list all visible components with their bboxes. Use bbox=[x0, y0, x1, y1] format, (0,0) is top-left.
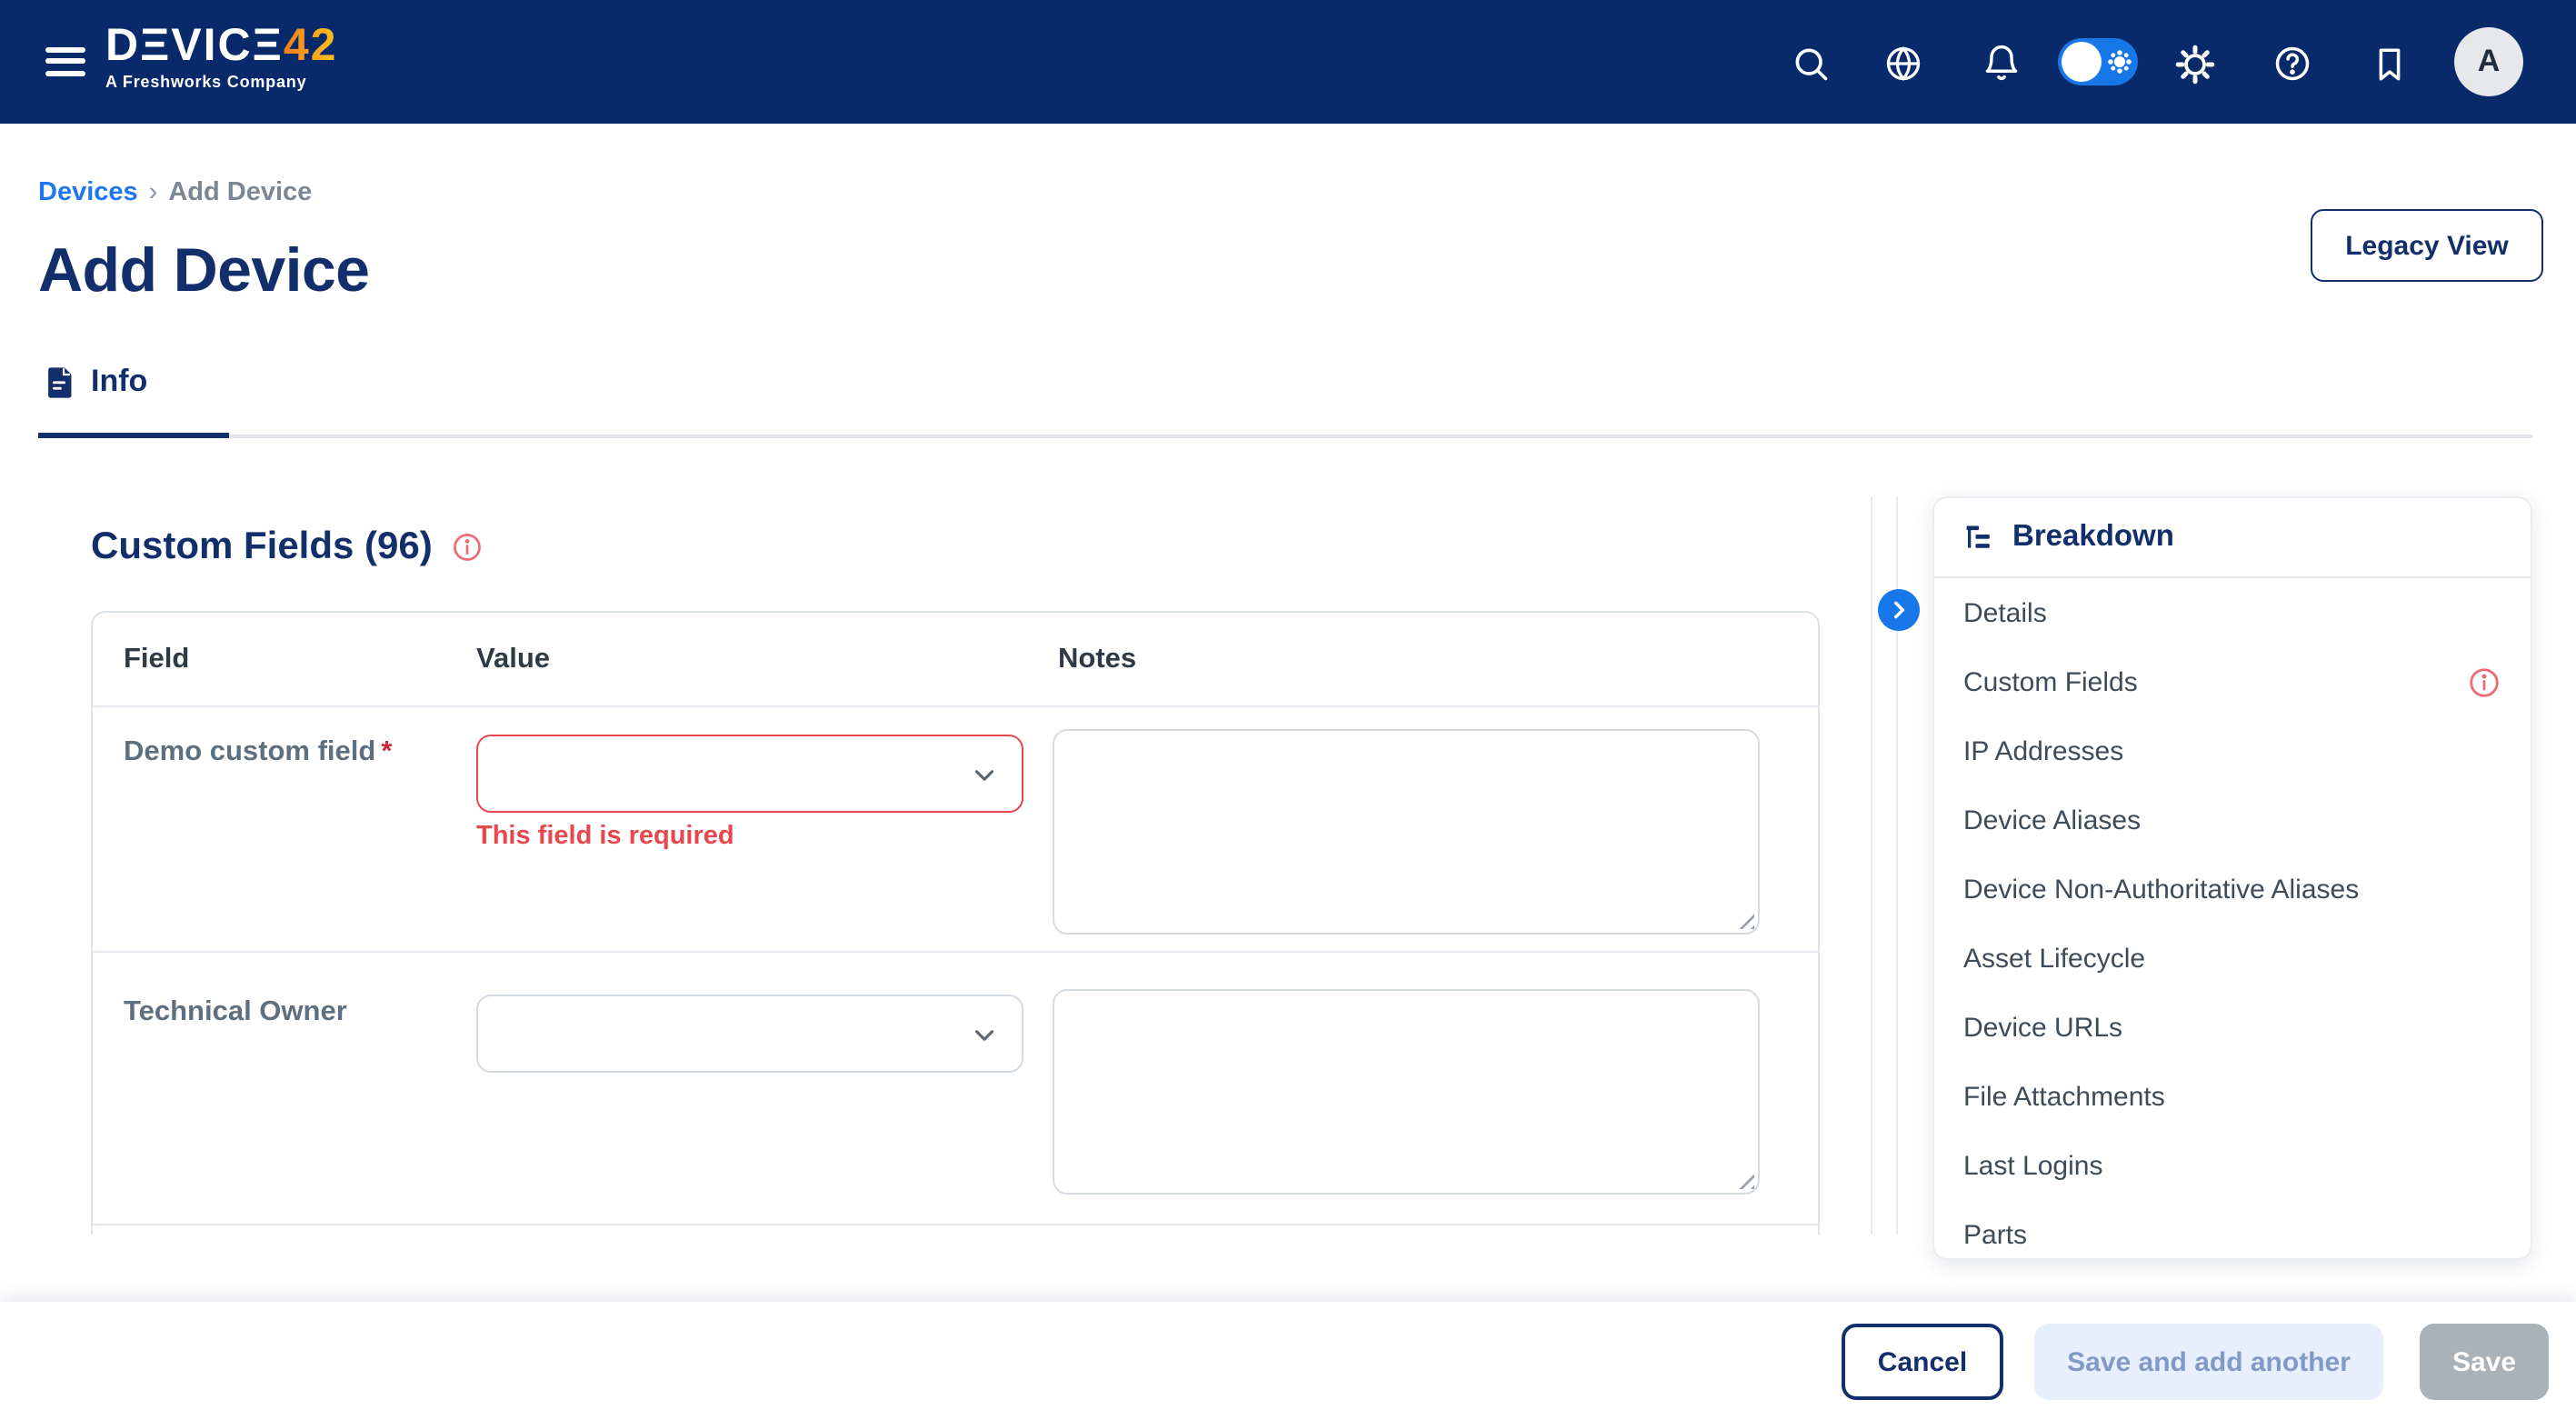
demo-custom-field-notes[interactable] bbox=[1053, 729, 1760, 935]
field-label: Technical Owner bbox=[124, 996, 347, 1029]
breakdown-item-device-non-authoritative-aliases[interactable]: Device Non-Authoritative Aliases bbox=[1934, 855, 2531, 924]
tree-list-icon bbox=[1963, 521, 1996, 554]
section-title: Custom Fields (96) bbox=[91, 525, 433, 569]
save-and-add-another-button[interactable]: Save and add another bbox=[2034, 1324, 2383, 1400]
page-title: Add Device bbox=[38, 236, 369, 307]
field-error-message: This field is required bbox=[476, 822, 734, 851]
info-icon[interactable] bbox=[451, 531, 484, 564]
save-button[interactable]: Save bbox=[2420, 1324, 2549, 1400]
breakdown-panel: Breakdown Details Custom Fields IP Addre… bbox=[1932, 496, 2532, 1260]
breadcrumb-separator: › bbox=[149, 178, 158, 207]
chevron-right-icon bbox=[1887, 598, 1911, 622]
search-icon[interactable] bbox=[1789, 42, 1832, 85]
content-divider-line bbox=[1871, 496, 1872, 1235]
bell-icon[interactable] bbox=[1980, 42, 2023, 85]
notes-field-wrap bbox=[1053, 729, 1760, 935]
custom-fields-card: Field Value Notes Demo custom field* Thi… bbox=[91, 611, 1820, 1235]
breadcrumb: Devices › Add Device bbox=[38, 178, 312, 207]
avatar-initial: A bbox=[2478, 44, 2501, 80]
panel-collapse-button[interactable] bbox=[1878, 589, 1920, 631]
breakdown-item-device-urls[interactable]: Device URLs bbox=[1934, 993, 2531, 1062]
breakdown-item-device-aliases[interactable]: Device Aliases bbox=[1934, 785, 2531, 855]
tab-track bbox=[38, 435, 2532, 437]
breakdown-item-parts[interactable]: Parts bbox=[1934, 1200, 2531, 1260]
top-navbar: DΞVICΞ42 A Freshworks Company bbox=[0, 0, 2576, 124]
breakdown-item-asset-lifecycle[interactable]: Asset Lifecycle bbox=[1934, 924, 2531, 993]
column-header-notes: Notes bbox=[1058, 644, 1136, 676]
breakdown-item-last-logins[interactable]: Last Logins bbox=[1934, 1131, 2531, 1200]
avatar[interactable]: A bbox=[2454, 27, 2523, 96]
technical-owner-select[interactable] bbox=[476, 995, 1023, 1073]
tab-active-underline bbox=[38, 433, 229, 438]
logo-subtitle: A Freshworks Company bbox=[105, 73, 337, 91]
bookmark-icon[interactable] bbox=[2367, 42, 2411, 85]
breakdown-item-ip-addresses[interactable]: IP Addresses bbox=[1934, 716, 2531, 785]
toggle-knob bbox=[2062, 42, 2102, 82]
field-label: Demo custom field* bbox=[124, 736, 392, 769]
page: DΞVICΞ42 A Freshworks Company bbox=[0, 0, 2576, 1420]
theme-toggle[interactable] bbox=[2058, 38, 2138, 85]
breakdown-item-details[interactable]: Details bbox=[1934, 578, 2531, 647]
column-header-field: Field bbox=[124, 644, 189, 676]
error-info-icon bbox=[2467, 665, 2501, 699]
logo-text: DΞVICΞ42 bbox=[105, 22, 337, 69]
legacy-view-button[interactable]: Legacy View bbox=[2311, 209, 2543, 282]
chevron-down-icon bbox=[969, 760, 1000, 791]
custom-fields-table: Field Value Notes Demo custom field* Thi… bbox=[91, 611, 1820, 1235]
breadcrumb-devices[interactable]: Devices bbox=[38, 178, 138, 207]
device42-logo[interactable]: DΞVICΞ42 A Freshworks Company bbox=[105, 22, 337, 91]
help-icon[interactable] bbox=[2271, 42, 2314, 85]
breakdown-title: Breakdown bbox=[2012, 520, 2174, 555]
section-heading: Custom Fields (96) bbox=[91, 525, 484, 569]
technical-owner-notes[interactable] bbox=[1053, 989, 1760, 1195]
gear-icon[interactable] bbox=[2172, 42, 2216, 85]
breakdown-item-file-attachments[interactable]: File Attachments bbox=[1934, 1062, 2531, 1131]
tab-bar: Info bbox=[38, 364, 147, 436]
required-marker: * bbox=[381, 736, 392, 767]
column-header-value: Value bbox=[476, 644, 550, 676]
menu-icon[interactable] bbox=[45, 40, 89, 84]
tab-info[interactable]: Info bbox=[38, 364, 147, 400]
notes-field-wrap bbox=[1053, 989, 1760, 1195]
tab-info-label: Info bbox=[91, 364, 147, 400]
cancel-button[interactable]: Cancel bbox=[1842, 1324, 2003, 1400]
document-icon bbox=[44, 365, 75, 399]
breadcrumb-current: Add Device bbox=[168, 178, 312, 207]
globe-icon[interactable] bbox=[1882, 42, 1925, 85]
breakdown-item-custom-fields[interactable]: Custom Fields bbox=[1934, 647, 2531, 716]
breakdown-header: Breakdown bbox=[1934, 498, 2531, 576]
chevron-down-icon bbox=[969, 1020, 1000, 1051]
demo-custom-field-select[interactable] bbox=[476, 735, 1023, 813]
sun-icon bbox=[2114, 56, 2125, 67]
action-footer: Cancel Save and add another Save bbox=[0, 1302, 2576, 1420]
